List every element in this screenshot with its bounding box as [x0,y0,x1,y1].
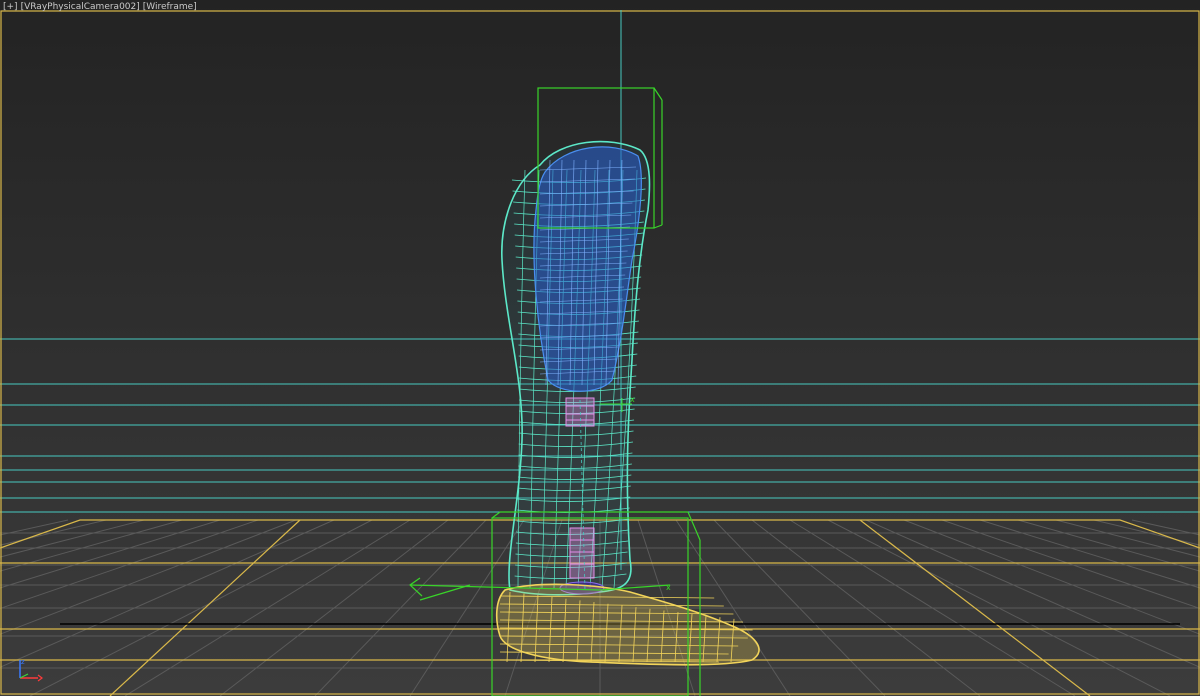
wireframe-scene[interactable]: x x [0,0,1200,696]
3d-viewport[interactable]: x x [+] [VRayPhysicalCamera002] [Wirefra… [0,0,1200,696]
viewport-menu-button[interactable]: [+] [3,1,18,13]
svg-text:x: x [666,583,671,592]
foot-wireframe[interactable] [495,583,760,666]
svg-text:z: z [21,658,25,666]
xyz-axis-tripod-icon: z [19,658,43,682]
viewport-shading-label[interactable]: [Wireframe] [143,1,197,13]
viewport-camera-label[interactable]: [VRayPhysicalCamera002] [21,1,140,13]
svg-text:x: x [630,395,635,404]
viewport-label-bar: [+] [VRayPhysicalCamera002] [Wireframe] [3,1,197,13]
